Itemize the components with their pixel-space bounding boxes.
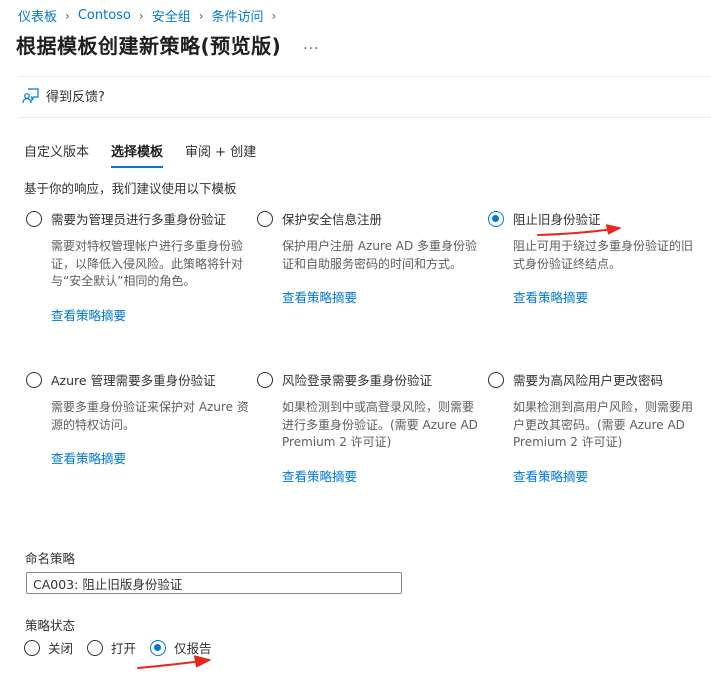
feedback-icon [22,87,39,103]
breadcrumb-item-dashboard[interactable]: 仪表板 [18,6,57,25]
template-description: 阻止可用于绕过多重身份验证的旧式身份验证终结点。 [513,239,694,271]
chevron-right-icon: › [198,8,204,23]
feedback-button[interactable]: 得到反馈? [22,86,105,105]
view-policy-summary-link[interactable]: 查看策略摘要 [513,466,588,485]
tab-review-create[interactable]: 审阅 + 创建 [185,141,256,166]
template-title: 保护安全信息注册 [282,212,383,227]
page: 仪表板 › Contoso › 安全组 › 条件访问 › 根据模板创建新策略(预… [0,0,711,679]
annotation-arrow-icon [137,655,211,669]
breadcrumb-item-contoso[interactable]: Contoso [78,8,131,23]
template-description: 保护用户注册 Azure AD 多重身份验证和自助服务密码的时间和方式。 [282,239,478,271]
wizard-tabs: 自定义版本 选择模板 审阅 + 创建 [24,141,278,168]
radio-button-selected[interactable] [488,210,504,227]
policy-name-input[interactable] [26,572,402,594]
template-description: 如果检测到中或高登录风险，则需要进行多重身份验证。(需要 Azure AD Pr… [282,400,478,449]
template-description: 如果检测到高用户风险，则需要用户更改其密码。(需要 Azure AD Premi… [513,400,694,449]
template-radio-row[interactable]: 风险登录需要多重身份验证 [257,370,482,389]
template-description: 需要多重身份验证来保护对 Azure 资源的特权访问。 [51,400,249,432]
policy-state-option-label: 关闭 [48,641,74,656]
breadcrumb-item-conditional-access[interactable]: 条件访问 [212,6,264,25]
template-option-risky-signin-mfa: 风险登录需要多重身份验证 如果检测到中或高登录风险，则需要进行多重身份验证。(需… [257,370,482,485]
template-title: 需要为管理员进行多重身份验证 [51,212,227,227]
policy-state-label: 策略状态 [25,618,76,633]
policy-state-off[interactable]: 关闭 [24,638,73,657]
radio-button[interactable] [24,639,40,656]
view-policy-summary-link[interactable]: 查看策略摘要 [51,305,126,324]
policy-name-label: 命名策略 [25,551,76,566]
tab-select-template[interactable]: 选择模板 [111,141,164,168]
radio-button[interactable] [257,371,273,388]
policy-state-option-label: 打开 [111,641,137,656]
breadcrumb-item-security[interactable]: 安全组 [152,6,191,25]
template-option-azure-mgmt-mfa: Azure 管理需要多重身份验证 需要多重身份验证来保护对 Azure 资源的特… [26,370,251,467]
template-radio-row[interactable]: Azure 管理需要多重身份验证 [26,370,251,389]
template-description: 需要对特权管理帐户进行多重身份验证，以降低入侵风险。此策略将针对与“安全默认”相… [51,239,244,288]
radio-button[interactable] [87,639,104,656]
template-title: 风险登录需要多重身份验证 [282,373,433,388]
breadcrumb: 仪表板 › Contoso › 安全组 › 条件访问 › [18,6,284,25]
annotation-arrow-icon [537,224,621,236]
view-policy-summary-link[interactable]: 查看策略摘要 [282,466,357,485]
radio-button[interactable] [26,210,42,227]
radio-button[interactable] [488,371,504,388]
tab-custom-version[interactable]: 自定义版本 [24,141,89,166]
more-options-button[interactable]: ... [303,37,319,53]
radio-button[interactable] [26,371,42,388]
template-title: 需要为高风险用户更改密码 [513,373,664,388]
page-title: 根据模板创建新策略(预览版) [16,34,282,58]
radio-button[interactable] [257,210,273,227]
template-option-high-risk-password: 需要为高风险用户更改密码 如果检测到高用户风险，则需要用户更改其密码。(需要 A… [488,370,703,485]
chevron-right-icon: › [271,8,277,23]
view-policy-summary-link[interactable]: 查看策略摘要 [51,448,126,467]
template-option-admin-mfa: 需要为管理员进行多重身份验证 需要对特权管理帐户进行多重身份验证，以降低入侵风险… [26,209,251,324]
template-radio-row[interactable]: 需要为高风险用户更改密码 [488,370,703,389]
view-policy-summary-link[interactable]: 查看策略摘要 [513,287,588,306]
feedback-label: 得到反馈? [46,90,105,105]
title-row: 根据模板创建新策略(预览版) ... [16,30,320,59]
view-policy-summary-link[interactable]: 查看策略摘要 [282,287,357,306]
template-option-security-info: 保护安全信息注册 保护用户注册 Azure AD 多重身份验证和自助服务密码的时… [257,209,482,306]
template-radio-row[interactable]: 需要为管理员进行多重身份验证 [26,209,251,228]
chevron-right-icon: › [138,8,144,23]
template-title: Azure 管理需要多重身份验证 [51,373,216,388]
chevron-right-icon: › [65,8,70,23]
divider [18,117,711,118]
template-radio-row[interactable]: 保护安全信息注册 [257,209,482,228]
divider [18,76,711,77]
suggestion-text: 基于你的响应，我们建议使用以下模板 [24,181,237,196]
policy-state-on[interactable]: 打开 [87,638,136,657]
